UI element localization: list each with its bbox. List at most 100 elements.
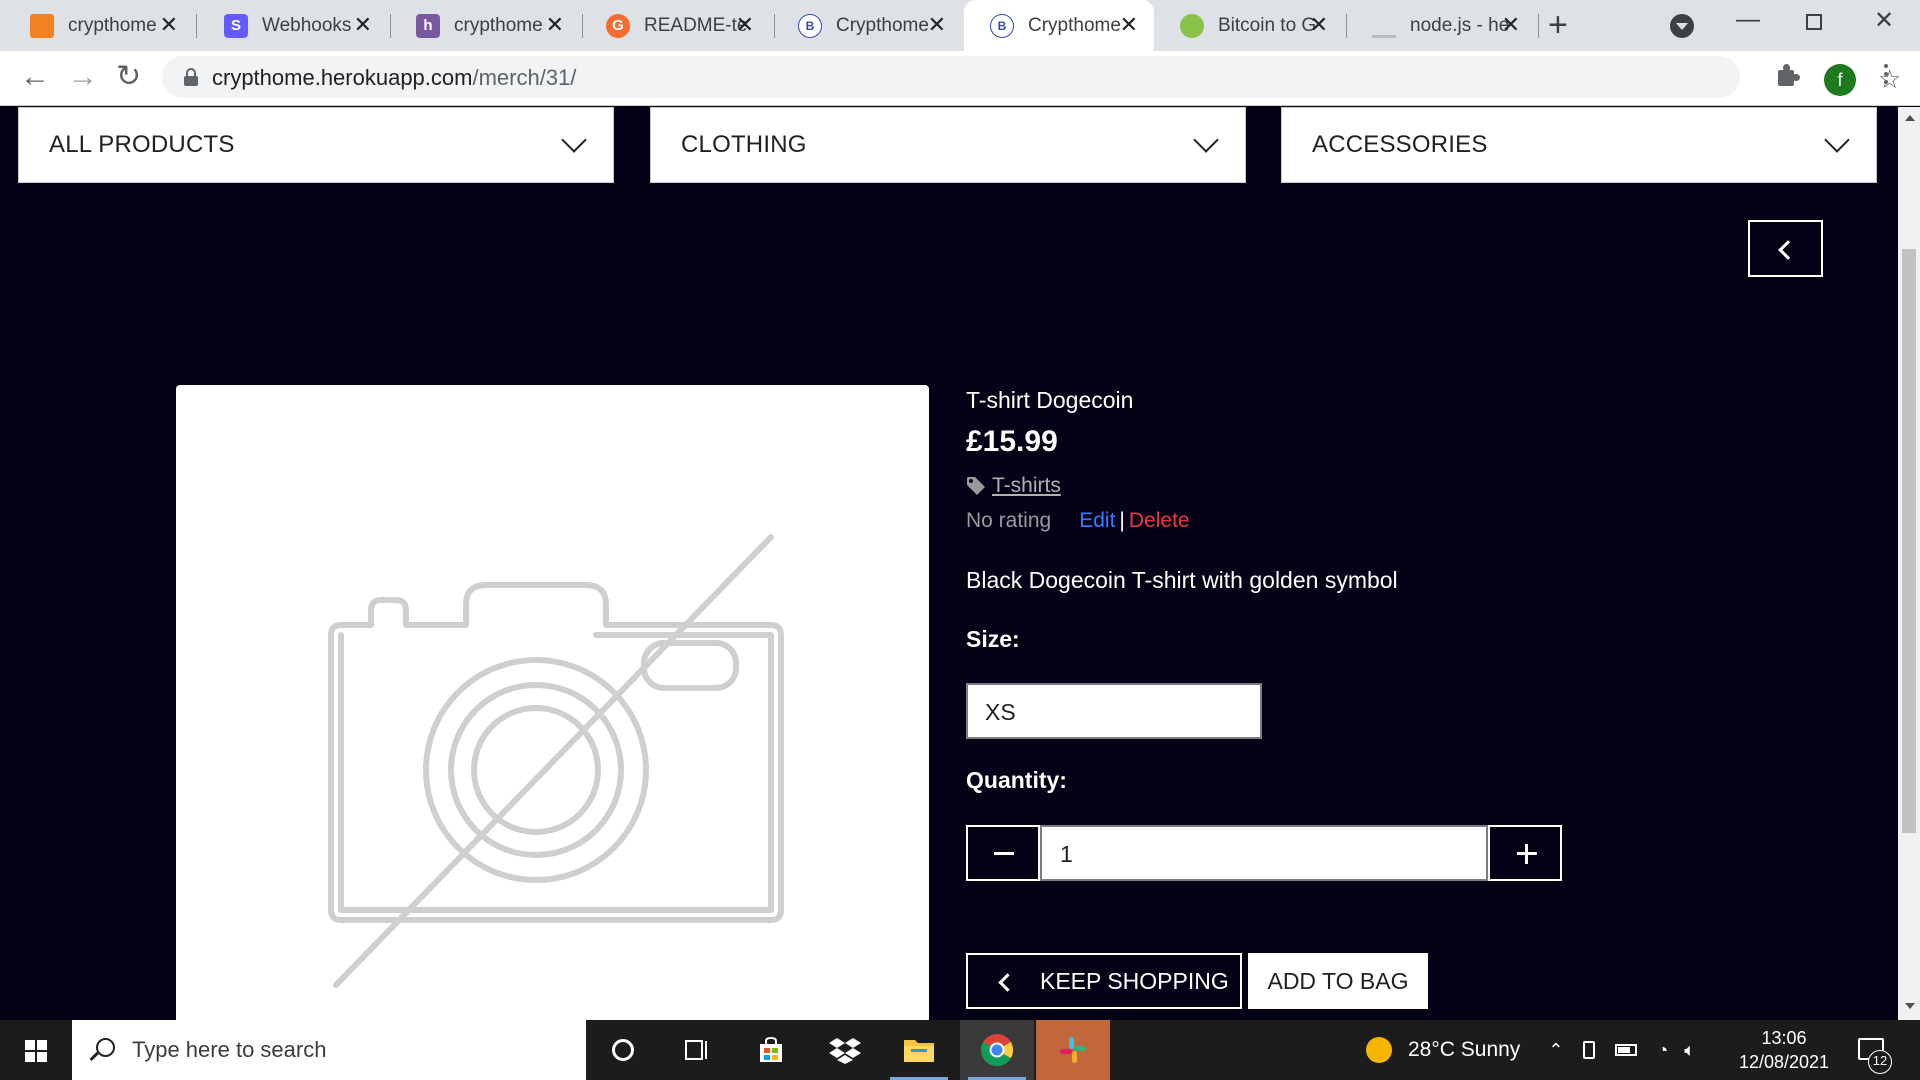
chevron-up-icon[interactable]: ⌃	[1548, 1040, 1563, 1061]
windows-start-icon[interactable]	[0, 1020, 72, 1080]
search-icon	[96, 1038, 115, 1057]
stackoverflow-favicon-icon	[30, 13, 54, 38]
nav-all-products-dropdown[interactable]: ALL PRODUCTS	[18, 107, 614, 183]
lock-icon[interactable]	[184, 68, 198, 86]
chevron-left-icon	[998, 973, 1017, 992]
tab-separator	[1538, 14, 1539, 38]
close-icon[interactable]: ✕	[928, 13, 946, 37]
delete-link[interactable]: Delete	[1129, 509, 1190, 533]
windows-taskbar: Type here to search 28°C Sunny ⌃ ◔ 🔈︎ 13…	[0, 1020, 1920, 1080]
battery-icon[interactable]	[1615, 1044, 1638, 1056]
volume-icon[interactable]: 🔈︎	[1684, 1040, 1695, 1061]
extensions-puzzle-icon[interactable]	[1778, 64, 1800, 86]
restore-icon[interactable]	[1806, 14, 1822, 30]
dropbox-app[interactable]	[808, 1020, 882, 1080]
tab-2[interactable]: S Webhooks ✕	[198, 0, 388, 51]
notification-count-badge: 12	[1868, 1050, 1892, 1074]
taskbar-search-placeholder: Type here to search	[132, 1037, 327, 1062]
url-text: crypthome.herokuapp.com/merch/31/	[212, 65, 577, 90]
rating-text: No rating	[966, 509, 1052, 532]
address-bar[interactable]: crypthome.herokuapp.com/merch/31/ ☆	[162, 56, 1901, 98]
size-label: Size:	[966, 626, 1020, 652]
cortana-button[interactable]	[586, 1020, 660, 1080]
tab-1[interactable]: crypthome ✕	[4, 0, 194, 51]
nav-accessories-dropdown[interactable]: ACCESSORIES	[1281, 107, 1877, 183]
readme-favicon-icon: G	[606, 13, 630, 38]
nav-all-products-label: ALL PRODUCTS	[49, 131, 235, 158]
task-view-icon	[685, 1040, 707, 1060]
nav-clothing-label: CLOTHING	[681, 131, 807, 158]
coin-favicon-icon	[1180, 13, 1204, 38]
tab-4[interactable]: G README-te ✕	[580, 0, 770, 51]
slack-icon	[1060, 1037, 1086, 1063]
tab-7[interactable]: Bitcoin to G ✕	[1154, 0, 1344, 51]
chevron-down-icon	[561, 127, 587, 153]
taskbar-search-input[interactable]: Type here to search	[72, 1020, 586, 1080]
system-tray: 28°C Sunny ⌃ ◔ 🔈︎	[1366, 1020, 1695, 1080]
add-to-bag-button[interactable]: ADD TO BAG	[1248, 953, 1428, 1009]
task-view-button[interactable]	[660, 1020, 734, 1080]
close-icon[interactable]: ✕	[1502, 13, 1520, 37]
keep-shopping-button[interactable]: KEEP SHOPPING	[966, 953, 1242, 1009]
divider: |	[1119, 509, 1125, 532]
chevron-down-icon	[1824, 127, 1850, 153]
scroll-up-arrow-icon[interactable]	[1905, 115, 1915, 121]
menu-dots-icon[interactable]	[1884, 64, 1888, 88]
tab-3[interactable]: h crypthome ✕	[390, 0, 580, 51]
scrollbar-thumb[interactable]	[1902, 249, 1916, 833]
close-icon[interactable]: ✕	[354, 13, 372, 37]
plus-icon[interactable]: +	[1548, 8, 1568, 42]
tab-5[interactable]: B Crypthome ✕	[772, 0, 962, 51]
profile-avatar[interactable]: f	[1824, 64, 1856, 96]
store-app[interactable]	[734, 1020, 808, 1080]
device-icon[interactable]	[1583, 1041, 1596, 1059]
rating-row: No rating Edit | Delete	[966, 509, 1190, 533]
product-price: £15.99	[966, 425, 1058, 458]
tab-8[interactable]: node.js - he ✕	[1346, 0, 1536, 51]
keep-shopping-label: KEEP SHOPPING	[1040, 967, 1229, 994]
edit-link[interactable]: Edit	[1079, 509, 1115, 533]
page-scrollbar[interactable]	[1898, 107, 1920, 1020]
file-explorer-app[interactable]	[882, 1020, 956, 1080]
minimize-icon[interactable]: —	[1736, 6, 1760, 34]
close-icon[interactable]: ✕	[1120, 13, 1138, 37]
back-arrow-icon[interactable]: ←	[20, 59, 50, 95]
chevron-left-icon	[1778, 240, 1798, 260]
stackoverflow-favicon-icon	[1372, 14, 1396, 38]
nav-clothing-dropdown[interactable]: CLOTHING	[650, 107, 1246, 183]
reload-icon[interactable]: ↻	[116, 59, 141, 95]
wifi-icon[interactable]: ◔	[1657, 1040, 1668, 1061]
quantity-input[interactable]: 1	[1040, 825, 1488, 881]
scroll-down-arrow-icon[interactable]	[1905, 1003, 1915, 1009]
product-category: T-shirts	[966, 474, 1061, 498]
slack-app[interactable]	[1036, 1020, 1110, 1080]
weather-text[interactable]: 28°C Sunny	[1408, 1038, 1520, 1062]
close-icon[interactable]: ✕	[736, 13, 754, 37]
tab-search-icon[interactable]	[1670, 14, 1694, 38]
heroku-favicon-icon: h	[416, 13, 440, 38]
bookmark-star-icon[interactable]: ☆	[1878, 66, 1901, 92]
quantity-label: Quantity:	[966, 767, 1067, 793]
quantity-increment-button[interactable]	[1488, 825, 1562, 881]
taskbar-clock[interactable]: 13:06 12/08/2021	[1734, 1026, 1834, 1074]
chrome-icon	[980, 1034, 1014, 1067]
close-icon[interactable]: ✕	[546, 13, 564, 37]
category-link[interactable]: T-shirts	[992, 474, 1061, 498]
browser-toolbar: ← → ↻ crypthome.herokuapp.com/merch/31/ …	[0, 51, 1920, 106]
back-button[interactable]	[1748, 220, 1823, 277]
close-window-icon[interactable]: ✕	[1874, 6, 1894, 35]
page-viewport: ALL PRODUCTS CLOTHING ACCESSORIES T-shir…	[0, 107, 1898, 1020]
quantity-decrement-button[interactable]	[966, 825, 1040, 881]
close-icon[interactable]: ✕	[160, 13, 178, 37]
tab-separator	[196, 14, 197, 38]
forward-arrow-icon[interactable]: →	[68, 59, 98, 95]
product-image-placeholder	[176, 385, 929, 1020]
close-icon[interactable]: ✕	[1310, 13, 1328, 37]
size-select[interactable]: XS	[966, 683, 1262, 739]
product-description: Black Dogecoin T-shirt with golden symbo…	[966, 567, 1398, 593]
chrome-app[interactable]	[960, 1020, 1034, 1080]
bitcoin-favicon-icon: B	[798, 13, 822, 38]
tab-strip: crypthome ✕ S Webhooks ✕ h crypthome ✕ G…	[0, 0, 1920, 51]
clock-time: 13:06	[1761, 1028, 1807, 1048]
tab-6-active[interactable]: B Crypthome ✕	[964, 0, 1154, 51]
